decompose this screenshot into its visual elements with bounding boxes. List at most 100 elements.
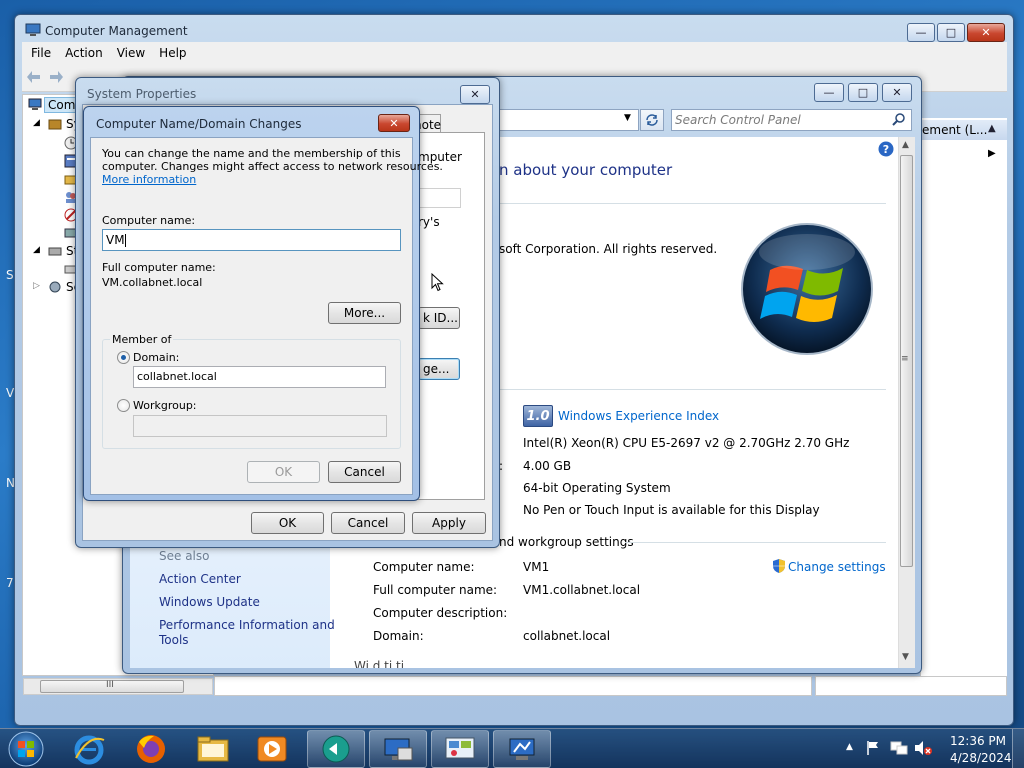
cp-divider-1 xyxy=(499,203,886,204)
action-center-link[interactable]: Action Center xyxy=(159,572,241,586)
workgroup-input[interactable] xyxy=(133,415,387,437)
more-button[interactable]: More... xyxy=(328,302,401,324)
cm-close-button[interactable]: ✕ xyxy=(967,23,1005,42)
svg-text:?: ? xyxy=(883,143,889,156)
windows-logo xyxy=(740,222,875,357)
name-dialog-close-button[interactable]: ✕ xyxy=(378,114,410,132)
cp-page-heading: n about your computer xyxy=(499,161,673,179)
computer-name-field-label: Computer name: xyxy=(102,214,196,227)
computer-management-taskbar-icon xyxy=(509,738,535,760)
sp-apply-button[interactable]: Apply xyxy=(412,512,486,534)
performance-info-link[interactable]: Performance Information and xyxy=(159,618,335,632)
desktop-label-v: V xyxy=(6,386,15,400)
tree-collapse-arrow-services[interactable]: ▷ xyxy=(33,281,40,291)
remote-desktop-icon xyxy=(384,738,413,761)
cm-maximize-button[interactable]: □ xyxy=(937,23,965,42)
shield-icon xyxy=(772,558,786,574)
wei-score-badge[interactable]: 1.0 xyxy=(523,405,553,427)
sp-ok-button[interactable]: OK xyxy=(251,512,324,534)
system-type-value: 64-bit Operating System xyxy=(523,481,671,495)
domain-radio[interactable] xyxy=(117,351,130,364)
menu-action[interactable]: Action xyxy=(65,46,103,60)
search-control-panel-input[interactable]: Search Control Panel xyxy=(671,109,912,131)
menu-file[interactable]: File xyxy=(31,46,51,60)
help-icon[interactable]: ? xyxy=(878,141,894,157)
see-also-heading: See also xyxy=(159,549,210,563)
cm-status-right xyxy=(815,676,1007,696)
cm-actions-pane xyxy=(920,118,1007,676)
actions-collapse-icon[interactable]: ▲ xyxy=(988,123,996,134)
cm-status-middle xyxy=(214,676,812,696)
search-placeholder: Search Control Panel xyxy=(675,113,801,127)
name-dialog-ok-label: OK xyxy=(274,465,293,479)
sp-network-id-button[interactable]: k ID... xyxy=(418,307,460,329)
sp-partial-field xyxy=(418,188,461,208)
volume-muted-icon[interactable] xyxy=(914,740,932,756)
pen-touch-value: No Pen or Touch Input is available for t… xyxy=(523,503,820,517)
name-dialog-ok-button[interactable]: OK xyxy=(247,461,320,483)
computer-name-input[interactable]: VM xyxy=(102,229,401,251)
workgroup-radio[interactable] xyxy=(117,399,130,412)
internet-explorer-icon[interactable] xyxy=(72,732,106,766)
cp-maximize-button[interactable]: □ xyxy=(848,83,878,102)
full-computer-name-label: Full computer name: xyxy=(373,583,498,597)
domain-input-value: collabnet.local xyxy=(137,370,217,383)
cp-address-bar[interactable] xyxy=(495,109,639,131)
windows-update-link[interactable]: Windows Update xyxy=(159,595,260,609)
mouse-cursor-icon xyxy=(431,272,445,293)
tray-show-hidden-icon[interactable]: ▲ xyxy=(846,742,853,752)
sp-close-button[interactable]: ✕ xyxy=(460,85,490,104)
actions-more-arrow-icon[interactable]: ▶ xyxy=(988,148,996,159)
performance-info-link-line2[interactable]: Tools xyxy=(159,633,189,647)
domain-radio-label[interactable]: Domain: xyxy=(133,351,179,364)
sp-partial-text-registry: ry's xyxy=(418,215,440,229)
cp-scroll-down-icon[interactable]: ▼ xyxy=(902,652,909,662)
wei-link[interactable]: Windows Experience Index xyxy=(558,409,719,423)
firefox-icon[interactable] xyxy=(134,732,168,766)
tree-expand-arrow-storage[interactable]: ◢ xyxy=(33,245,40,255)
computer-management-title: Computer Management xyxy=(45,24,188,38)
sp-change-button[interactable]: ge... xyxy=(418,358,460,380)
menu-view[interactable]: View xyxy=(117,46,145,60)
taskbar-button-app4[interactable] xyxy=(493,730,551,768)
cp-divider-2 xyxy=(499,389,886,390)
refresh-button[interactable] xyxy=(640,109,664,131)
cp-close-button[interactable]: ✕ xyxy=(882,83,912,102)
domain-input[interactable]: collabnet.local xyxy=(133,366,386,388)
workgroup-radio-label[interactable]: Workgroup: xyxy=(133,399,197,412)
name-dialog-cancel-button[interactable]: Cancel xyxy=(328,461,401,483)
menu-help[interactable]: Help xyxy=(159,46,186,60)
cp-scroll-grip: ≡ xyxy=(901,354,909,364)
cp-minimize-button[interactable]: — xyxy=(814,83,844,102)
action-center-flag-icon[interactable] xyxy=(866,740,880,756)
text-caret xyxy=(124,234,126,247)
forward-arrow-icon[interactable] xyxy=(48,70,64,84)
sp-cancel-button[interactable]: Cancel xyxy=(331,512,405,534)
network-icon[interactable] xyxy=(890,740,908,756)
taskbar-button-app2[interactable] xyxy=(369,730,427,768)
file-explorer-icon[interactable] xyxy=(196,734,230,764)
taskbar-button-app3[interactable] xyxy=(431,730,489,768)
cut-off-section-text: Wi d ti ti xyxy=(354,659,405,668)
clock-date[interactable]: 4/28/2024 xyxy=(950,751,1012,765)
processor-value: Intel(R) Xeon(R) CPU E5-2697 v2 @ 2.70GH… xyxy=(523,436,850,450)
name-dialog-intro-line2: computer. Changes might affect access to… xyxy=(102,160,443,173)
back-arrow-icon[interactable] xyxy=(26,70,42,84)
computer-management-icon xyxy=(25,23,41,37)
circle-arrow-app-icon xyxy=(322,735,350,763)
address-dropdown-arrow-icon[interactable]: ▼ xyxy=(624,113,631,123)
clock-time[interactable]: 12:36 PM xyxy=(950,734,1006,748)
search-icon[interactable] xyxy=(892,113,906,127)
change-settings-link[interactable]: Change settings xyxy=(788,560,886,574)
start-button[interactable] xyxy=(6,730,46,768)
taskbar-button-app1[interactable] xyxy=(307,730,365,768)
cp-scroll-up-icon[interactable]: ▲ xyxy=(902,140,909,150)
tree-expand-arrow[interactable]: ◢ xyxy=(33,118,40,128)
media-player-icon[interactable] xyxy=(256,734,288,764)
show-desktop-button[interactable] xyxy=(1012,729,1024,768)
system-properties-title: System Properties xyxy=(87,87,197,101)
control-panel-icon xyxy=(445,737,475,759)
more-information-link[interactable]: More information xyxy=(102,173,196,186)
cm-minimize-button[interactable]: — xyxy=(907,23,935,42)
sp-network-id-label: k ID... xyxy=(423,311,458,325)
